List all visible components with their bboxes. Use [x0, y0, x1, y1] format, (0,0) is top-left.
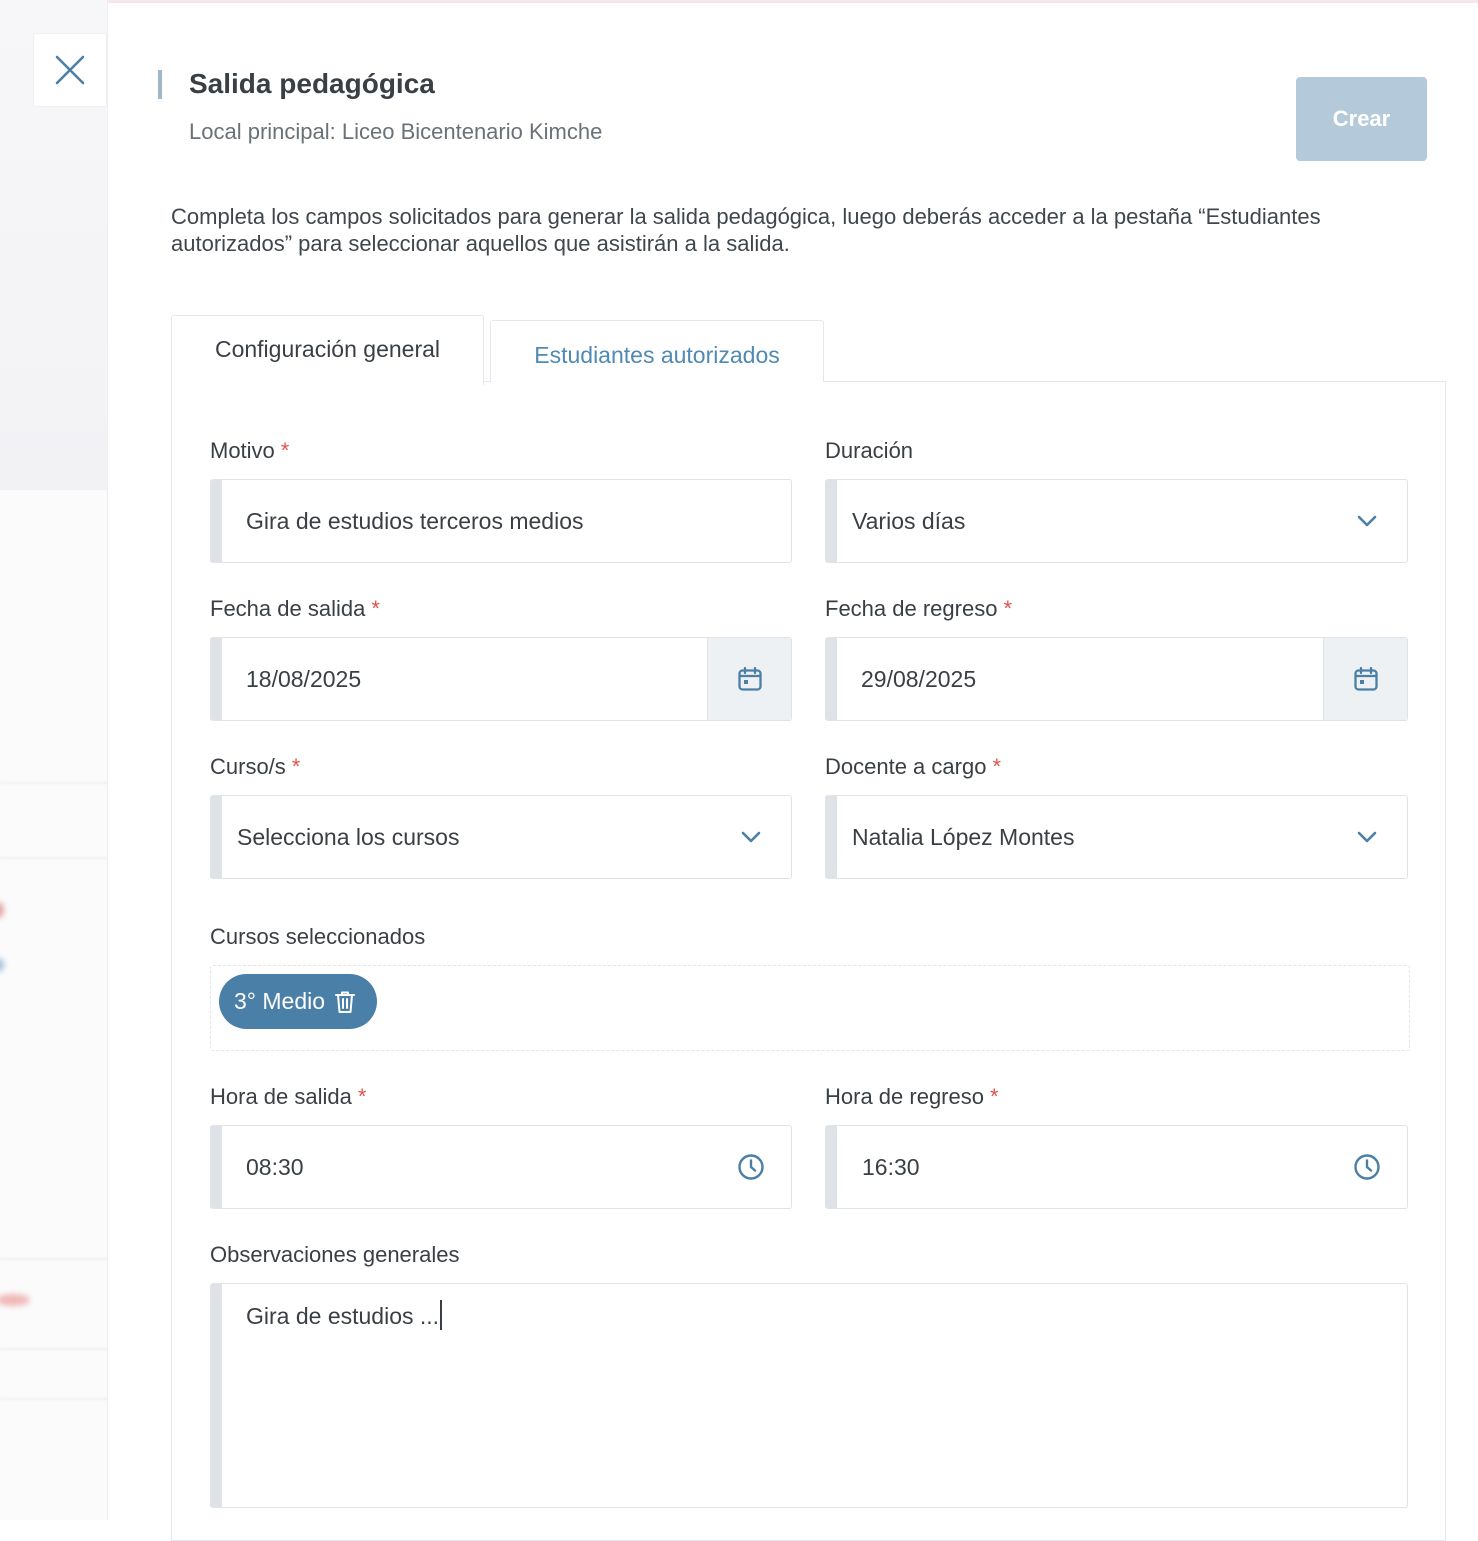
- panel-edge: [107, 0, 108, 1520]
- calendar-icon: [737, 666, 763, 692]
- required-asterisk: *: [357, 1084, 367, 1109]
- duracion-value: Varios días: [852, 507, 966, 534]
- tab-label: Estudiantes autorizados: [534, 342, 780, 368]
- background-blur-mark: [0, 958, 4, 972]
- create-button[interactable]: Crear: [1296, 77, 1427, 161]
- cursos-placeholder: Selecciona los cursos: [237, 823, 460, 850]
- hora-salida-label-text: Hora de salida: [210, 1084, 352, 1109]
- background-divider: [0, 1398, 108, 1400]
- page-subtitle: Local principal: Liceo Bicentenario Kimc…: [189, 119, 603, 144]
- cursos-label-text: Curso/s: [210, 754, 286, 779]
- fecha-salida-label-text: Fecha de salida: [210, 596, 366, 621]
- tab-estudiantes-autorizados[interactable]: Estudiantes autorizados: [490, 320, 824, 382]
- close-icon: [55, 55, 85, 85]
- clock-icon[interactable]: [737, 1153, 765, 1181]
- motivo-label: Motivo *: [210, 438, 289, 464]
- chevron-down-icon: [1357, 515, 1377, 527]
- background-divider: [0, 857, 108, 859]
- hora-salida-label: Hora de salida *: [210, 1084, 366, 1110]
- background-blur-mark: [0, 1294, 30, 1306]
- fecha-regreso-label-text: Fecha de regreso: [825, 596, 998, 621]
- cursos-label: Curso/s *: [210, 754, 300, 780]
- trash-icon[interactable]: [333, 989, 357, 1015]
- docente-select[interactable]: Natalia López Montes: [825, 795, 1408, 879]
- course-chip-label: 3° Medio: [234, 988, 326, 1014]
- docente-label-text: Docente a cargo: [825, 754, 987, 779]
- cursos-seleccionados-label-text: Cursos seleccionados: [210, 924, 426, 949]
- observaciones-value: Gira de estudios ...: [246, 1303, 440, 1329]
- motivo-input[interactable]: Gira de estudios terceros medios: [210, 479, 792, 563]
- motivo-value: Gira de estudios terceros medios: [246, 507, 584, 534]
- required-asterisk: *: [992, 754, 1001, 779]
- text-cursor: [440, 1300, 443, 1330]
- course-chip: 3° Medio: [219, 974, 378, 1029]
- hora-regreso-label-text: Hora de regreso: [825, 1084, 984, 1109]
- docente-value: Natalia López Montes: [852, 823, 1075, 850]
- hora-salida-input[interactable]: 08:30: [210, 1125, 792, 1209]
- hora-salida-value: 08:30: [246, 1153, 304, 1180]
- required-asterisk: *: [371, 596, 380, 621]
- page-title: Salida pedagógica: [189, 68, 435, 99]
- background-page: [0, 0, 108, 1520]
- observaciones-label: Observaciones generales: [210, 1242, 459, 1268]
- required-asterisk: *: [1003, 596, 1012, 621]
- observaciones-label-text: Observaciones generales: [210, 1242, 460, 1267]
- duracion-label-text: Duración: [825, 438, 914, 463]
- top-accent-line: [0, 0, 1478, 3]
- hora-regreso-input[interactable]: 16:30: [825, 1125, 1408, 1209]
- selected-courses-area: 3° Medio: [210, 965, 1410, 1051]
- fecha-regreso-value: 29/08/2025: [861, 665, 977, 692]
- fecha-salida-input[interactable]: 18/08/2025: [210, 637, 792, 721]
- hora-regreso-value: 16:30: [862, 1153, 920, 1180]
- tab-configuracion-general[interactable]: Configuración general: [171, 315, 484, 385]
- observaciones-textarea[interactable]: Gira de estudios ...: [210, 1283, 1408, 1508]
- fecha-salida-calendar-button[interactable]: [707, 638, 791, 720]
- duracion-label: Duración: [825, 438, 913, 464]
- background-divider: [0, 1258, 108, 1260]
- fecha-regreso-input[interactable]: 29/08/2025: [825, 637, 1408, 721]
- fecha-regreso-calendar-button[interactable]: [1323, 638, 1407, 720]
- motivo-label-text: Motivo: [210, 438, 275, 463]
- required-asterisk: *: [280, 438, 290, 463]
- background-divider: [0, 782, 108, 784]
- required-asterisk: *: [989, 1084, 999, 1109]
- tab-label: Configuración general: [214, 336, 441, 362]
- fecha-salida-value: 18/08/2025: [246, 665, 362, 692]
- hora-regreso-label: Hora de regreso *: [825, 1084, 999, 1110]
- fecha-salida-label: Fecha de salida *: [210, 596, 380, 622]
- required-asterisk: *: [291, 754, 301, 779]
- calendar-icon: [1353, 666, 1379, 692]
- background-divider: [0, 1348, 108, 1350]
- cursos-select[interactable]: Selecciona los cursos: [210, 795, 792, 879]
- fecha-regreso-label: Fecha de regreso *: [825, 596, 1012, 622]
- clock-icon[interactable]: [1353, 1153, 1381, 1181]
- cursos-seleccionados-label: Cursos seleccionados: [210, 924, 425, 950]
- background-blur-mark: [0, 902, 4, 918]
- chevron-down-icon: [741, 831, 761, 843]
- instructions-text: Completa los campos solicitados para gen…: [171, 204, 1321, 256]
- chevron-down-icon: [1357, 831, 1377, 843]
- title-accent-bar: [158, 70, 162, 99]
- docente-label: Docente a cargo *: [825, 754, 1001, 780]
- close-button[interactable]: [33, 33, 107, 107]
- duracion-select[interactable]: Varios días: [825, 479, 1408, 563]
